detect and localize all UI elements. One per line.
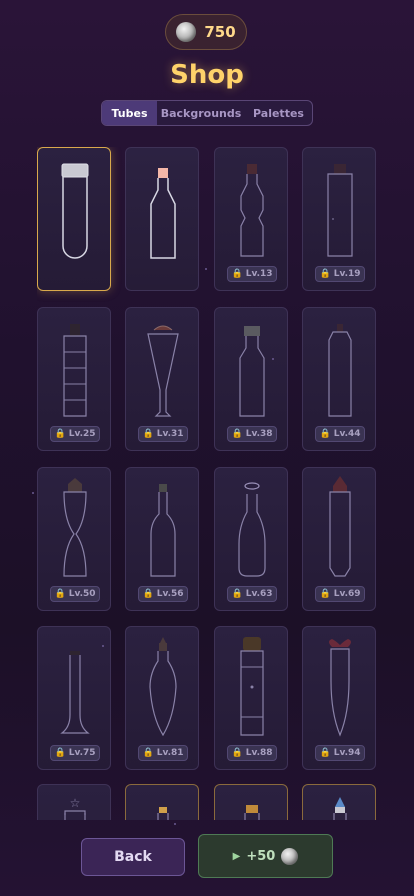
level-lock-badge: 🔒 Lv.63 [227, 586, 277, 602]
item-grid: 🔒 Lv.13 🔒 Lv.19 🔒 Lv.25 🔒 Lv.31 🔒 Lv.38 🔒 Lv.4… [37, 147, 377, 820]
shop-item-bow-teardrop[interactable]: 🔒 Lv.94 [302, 626, 376, 770]
lock-icon: 🔒 [54, 589, 66, 599]
lock-icon: 🔒 [142, 589, 154, 599]
shop-item-bell-column[interactable]: 🔒 Lv.75 [37, 626, 111, 770]
level-requirement: Lv.38 [245, 429, 273, 439]
level-lock-badge: 🔒 Lv.75 [50, 745, 100, 761]
level-lock-badge: 🔒 Lv.88 [227, 745, 277, 761]
level-lock-badge: 🔒 Lv.56 [138, 586, 188, 602]
shop-item-potion-house[interactable]: 🔒 Lv.69 [302, 467, 376, 611]
level-lock-badge: 🔒 Lv.69 [315, 586, 365, 602]
shop-item-wine-bottle[interactable]: 🔒 Lv.56 [125, 467, 199, 611]
blue-drop-tube-icon [333, 797, 347, 820]
lock-icon: 🔒 [231, 269, 243, 279]
play-icon: ▶ [232, 850, 241, 862]
shop-item-ladder-tube[interactable]: 🔒 Lv.25 [37, 307, 111, 451]
shop-item-star-top[interactable]: ☆ [37, 784, 111, 820]
tab-palettes[interactable]: Palettes [245, 101, 312, 125]
shop-item-gold-jar[interactable] [214, 784, 288, 820]
shop-item-halo-flask[interactable]: 🔒 Lv.63 [214, 467, 288, 611]
shop-item-gold-small[interactable] [125, 784, 199, 820]
coin-balance: 750 [204, 23, 236, 41]
level-requirement: Lv.13 [245, 269, 273, 279]
silver-coin-icon [281, 847, 299, 865]
level-requirement: Lv.81 [156, 748, 184, 758]
bottle-pink-cap-tube-icon [150, 168, 176, 259]
shop-item-wavy-bottle[interactable]: 🔒 Lv.13 [214, 147, 288, 291]
lock-icon: 🔒 [319, 589, 331, 599]
shop-item-rounded-jar[interactable]: 🔒 Lv.44 [302, 307, 376, 451]
lock-icon: 🔒 [319, 748, 331, 758]
lock-icon: 🔒 [142, 748, 154, 758]
lock-icon: 🔒 [54, 748, 66, 758]
sparkle [174, 823, 176, 825]
sparkle [32, 492, 34, 494]
star-top-tube-icon: ☆ [64, 796, 86, 820]
test-tube-tube-icon [61, 163, 89, 259]
sparkle [272, 358, 274, 360]
lock-icon: 🔒 [231, 748, 243, 758]
level-requirement: Lv.44 [333, 429, 361, 439]
level-requirement: Lv.31 [156, 429, 184, 439]
level-requirement: Lv.56 [156, 589, 184, 599]
level-requirement: Lv.69 [333, 589, 361, 599]
level-lock-badge: 🔒 Lv.13 [227, 266, 277, 282]
tab-tubes[interactable]: Tubes [102, 101, 157, 125]
shop-item-funnel-glass[interactable]: 🔒 Lv.31 [125, 307, 199, 451]
shop-item-test-tube[interactable] [37, 147, 111, 291]
level-lock-badge: 🔒 Lv.19 [315, 266, 365, 282]
level-requirement: Lv.63 [245, 589, 273, 599]
level-lock-badge: 🔒 Lv.94 [315, 745, 365, 761]
level-requirement: Lv.25 [68, 429, 96, 439]
shop-item-blue-drop[interactable] [302, 784, 376, 820]
lock-icon: 🔒 [54, 429, 66, 439]
lock-icon: 🔒 [142, 429, 154, 439]
lock-icon: 🔒 [319, 269, 331, 279]
level-requirement: Lv.19 [333, 269, 361, 279]
page-title: Shop [170, 60, 244, 90]
shop-item-cork-column[interactable]: 🔒 Lv.88 [214, 626, 288, 770]
sparkle [205, 268, 207, 270]
category-tabs: Tubes Backgrounds Palettes [101, 100, 313, 126]
level-lock-badge: 🔒 Lv.44 [315, 426, 365, 442]
lock-icon: 🔒 [319, 429, 331, 439]
level-lock-badge: 🔒 Lv.38 [227, 426, 277, 442]
silver-coin-icon [176, 22, 197, 42]
svg-text:☆: ☆ [70, 796, 81, 810]
level-requirement: Lv.88 [245, 748, 273, 758]
gold-small-tube-icon [157, 807, 169, 820]
shop-item-hourglass[interactable]: 🔒 Lv.50 [37, 467, 111, 611]
shop-item-bottle-pink-cap[interactable] [125, 147, 199, 291]
coin-balance-pill: 750 [165, 14, 247, 50]
tab-backgrounds[interactable]: Backgrounds [157, 101, 245, 125]
level-requirement: Lv.75 [68, 748, 96, 758]
level-lock-badge: 🔒 Lv.25 [50, 426, 100, 442]
level-requirement: Lv.50 [68, 589, 96, 599]
back-button[interactable]: Back [81, 838, 185, 876]
lock-icon: 🔒 [231, 589, 243, 599]
watch-ad-reward-button[interactable]: ▶ +50 [198, 834, 333, 878]
ad-reward-label: +50 [246, 848, 276, 864]
lock-icon: 🔒 [231, 429, 243, 439]
level-requirement: Lv.94 [333, 748, 361, 758]
shop-item-vase[interactable]: 🔒 Lv.81 [125, 626, 199, 770]
level-lock-badge: 🔒 Lv.31 [138, 426, 188, 442]
gold-jar-tube-icon [244, 805, 260, 820]
sparkle [102, 645, 104, 647]
level-lock-badge: 🔒 Lv.50 [50, 586, 100, 602]
shop-item-tall-cylinder[interactable]: 🔒 Lv.19 [302, 147, 376, 291]
level-lock-badge: 🔒 Lv.81 [138, 745, 188, 761]
shop-item-flask-cap[interactable]: 🔒 Lv.38 [214, 307, 288, 451]
